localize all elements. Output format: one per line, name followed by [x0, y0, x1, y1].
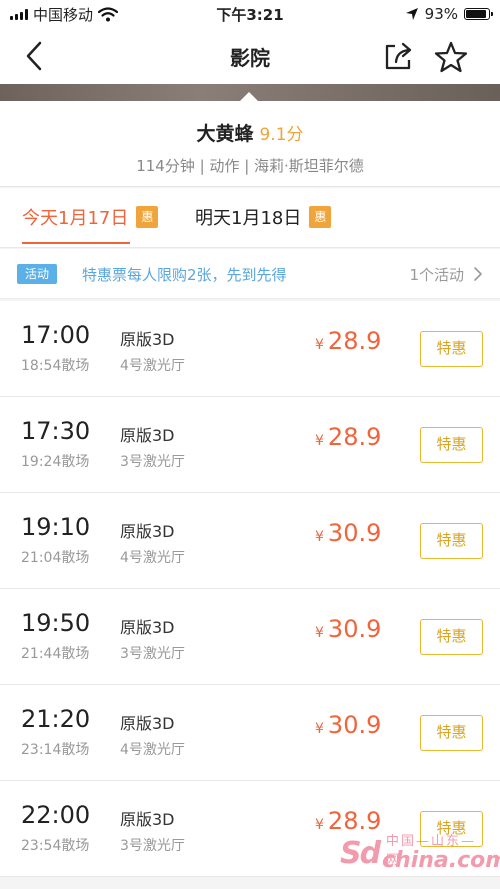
status-right: 93%	[310, 5, 493, 23]
tab-tomorrow-badge: 惠	[309, 206, 332, 228]
promo-bar[interactable]: 活动 特惠票每人限购2张，先到先得 1个活动	[0, 249, 500, 299]
price-value: 28.9	[327, 327, 382, 355]
battery-fill	[466, 10, 487, 18]
carrier-label: 中国移动	[33, 5, 94, 24]
status-time: 下午3:21	[216, 5, 284, 24]
nav-bar: 影院	[0, 28, 500, 84]
show-start-time: 21:20	[21, 705, 91, 733]
battery-icon	[464, 8, 493, 20]
currency-symbol: ¥	[315, 433, 324, 449]
show-end-time: 21:44散场	[21, 646, 90, 662]
show-price: ¥30.9	[315, 519, 381, 547]
currency-symbol: ¥	[315, 625, 324, 641]
movie-meta: 114分钟 | 动作 | 海莉·斯坦菲尔德	[136, 157, 364, 175]
currency-symbol: ¥	[315, 721, 324, 737]
page-title: 影院	[230, 46, 270, 70]
status-left: 中国移动	[10, 4, 190, 25]
price-value: 30.9	[327, 615, 382, 643]
price-value: 30.9	[327, 519, 382, 547]
show-version: 原版3D	[120, 810, 175, 829]
show-end-time: 23:54散场	[21, 838, 90, 854]
deal-button[interactable]: 特惠	[420, 619, 483, 655]
show-hall: 4号激光厅	[120, 550, 185, 566]
price-value: 30.9	[327, 711, 382, 739]
show-hall: 4号激光厅	[120, 742, 185, 758]
movie-score: 9.1分	[259, 125, 304, 145]
show-version: 原版3D	[120, 714, 175, 733]
show-end-time: 21:04散场	[21, 550, 90, 566]
active-tab-underline	[22, 242, 130, 244]
strip-notch	[240, 92, 258, 101]
show-hall: 3号激光厅	[120, 454, 185, 470]
show-end-time: 23:14散场	[21, 742, 90, 758]
tab-today-badge: 惠	[136, 206, 159, 228]
share-icon[interactable]	[382, 40, 414, 72]
show-hall: 3号激光厅	[120, 646, 185, 662]
show-start-time: 22:00	[21, 801, 91, 829]
showtime-row[interactable]: 17:00 18:54散场 原版3D 4号激光厅 ¥28.9 特惠	[0, 301, 500, 397]
showtime-row[interactable]: 19:50 21:44散场 原版3D 3号激光厅 ¥30.9 特惠	[0, 589, 500, 685]
watermark-site: china.com	[382, 848, 500, 873]
showtime-row[interactable]: 17:30 19:24散场 原版3D 3号激光厅 ¥28.9 特惠	[0, 397, 500, 493]
tab-today[interactable]: 今天1月17日 惠	[22, 204, 159, 230]
show-hall: 4号激光厅	[120, 358, 185, 374]
location-arrow-icon	[405, 8, 418, 20]
show-end-time: 19:24散场	[21, 454, 90, 470]
deal-button[interactable]: 特惠	[420, 331, 483, 367]
watermark-logo: 中国—山东—网 Sd china.com	[340, 808, 500, 878]
tab-today-label: 今天1月17日	[22, 208, 129, 229]
movie-info[interactable]: 大黄蜂 9.1分 114分钟 | 动作 | 海莉·斯坦菲尔德	[0, 101, 500, 187]
tab-tomorrow[interactable]: 明天1月18日 惠	[195, 204, 332, 230]
showtime-list: 17:00 18:54散场 原版3D 4号激光厅 ¥28.9 特惠 17:30 …	[0, 301, 500, 877]
show-price: ¥28.9	[315, 327, 381, 355]
show-price: ¥30.9	[315, 615, 381, 643]
show-end-time: 18:54散场	[21, 358, 90, 374]
movie-title: 大黄蜂	[196, 123, 254, 145]
signal-icon	[10, 8, 28, 20]
show-version: 原版3D	[120, 330, 175, 349]
currency-symbol: ¥	[315, 529, 324, 545]
tab-tomorrow-label: 明天1月18日	[195, 208, 302, 229]
status-bar: 中国移动 下午3:21 93%	[0, 0, 500, 28]
show-start-time: 19:50	[21, 609, 91, 637]
show-start-time: 17:30	[21, 417, 91, 445]
show-start-time: 19:10	[21, 513, 91, 541]
deal-button[interactable]: 特惠	[420, 427, 483, 463]
showtime-row[interactable]: 21:20 23:14散场 原版3D 4号激光厅 ¥30.9 特惠	[0, 685, 500, 781]
movie-title-row: 大黄蜂 9.1分	[0, 119, 500, 146]
promo-text: 特惠票每人限购2张，先到先得	[82, 266, 287, 284]
price-value: 28.9	[327, 423, 382, 451]
wifi-icon	[98, 6, 119, 21]
star-icon[interactable]	[434, 40, 468, 74]
promo-count: 1个活动	[409, 266, 464, 284]
show-version: 原版3D	[120, 426, 175, 445]
promo-tag: 活动	[17, 264, 58, 284]
battery-percent: 93%	[424, 5, 458, 23]
showtime-row[interactable]: 19:10 21:04散场 原版3D 4号激光厅 ¥30.9 特惠	[0, 493, 500, 589]
deal-button[interactable]: 特惠	[420, 523, 483, 559]
show-price: ¥28.9	[315, 423, 381, 451]
show-start-time: 17:00	[21, 321, 91, 349]
show-price: ¥30.9	[315, 711, 381, 739]
show-hall: 3号激光厅	[120, 838, 185, 854]
chevron-right-icon	[474, 267, 482, 281]
deal-button[interactable]: 特惠	[420, 715, 483, 751]
show-version: 原版3D	[120, 618, 175, 637]
currency-symbol: ¥	[315, 337, 324, 353]
date-tabs: 今天1月17日 惠 明天1月18日 惠	[0, 188, 500, 248]
watermark-sd: Sd	[340, 836, 381, 871]
currency-symbol: ¥	[315, 817, 324, 833]
show-version: 原版3D	[120, 522, 175, 541]
